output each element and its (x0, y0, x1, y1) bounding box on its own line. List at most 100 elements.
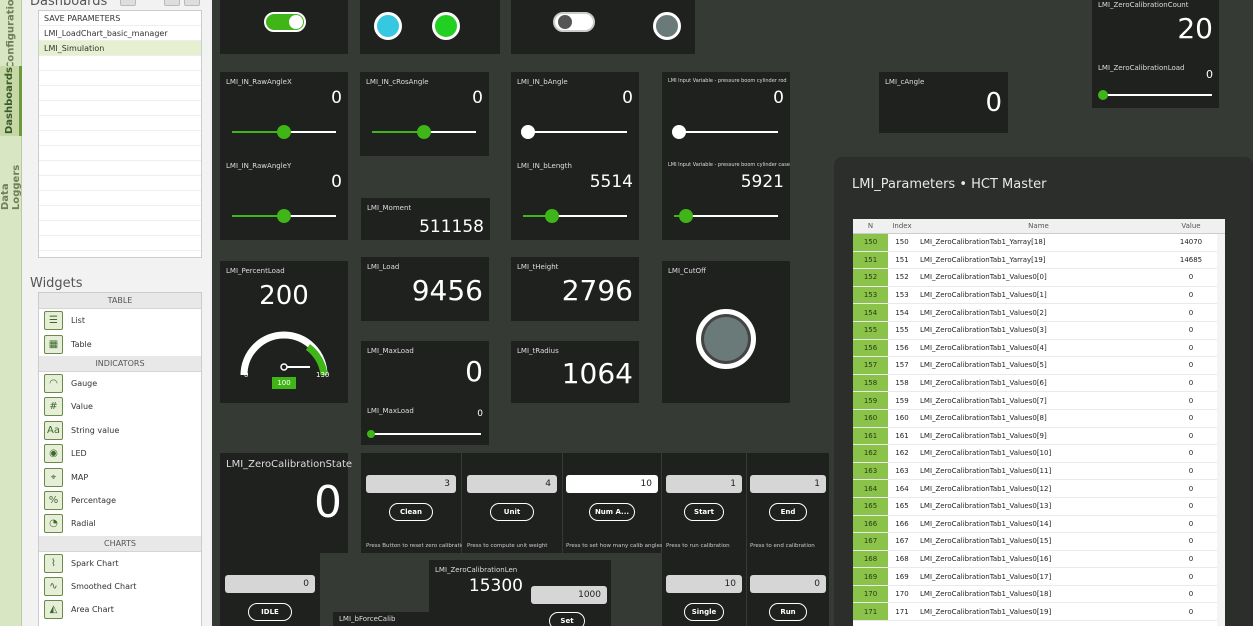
b-length-slider[interactable] (523, 209, 627, 223)
idle-widget: 0 IDLE (220, 553, 320, 626)
calibration-len-input[interactable]: 1000 (531, 586, 607, 604)
table-row[interactable]: 169 169 LMI_ZeroCalibrationTab1_Values0[17… (853, 568, 1225, 586)
num-angles-input[interactable]: 10 (566, 475, 658, 493)
led-widget-pair (360, 0, 500, 54)
run-widget: 0 Run (747, 553, 829, 626)
widget-led[interactable]: ◉ LED (39, 442, 201, 465)
table-cell: 162 (895, 449, 909, 458)
table-row[interactable]: 156 156 LMI_ZeroCalibrationTab1_Values0[4]… (853, 339, 1225, 358)
table-cell: LMI_ZeroCalibrationTab1_Values0[11] (920, 467, 1052, 476)
clean-input[interactable]: 3 (366, 475, 456, 493)
clean-button[interactable]: Clean (389, 503, 433, 521)
widget-area-chart[interactable]: ◭ Area Chart (39, 598, 201, 621)
table-cell: 164 (895, 484, 909, 493)
column-header[interactable]: Value (1157, 219, 1225, 233)
unit-input[interactable]: 4 (467, 475, 557, 493)
table-row[interactable]: 170 170 LMI_ZeroCalibrationTab1_Values0[18… (853, 585, 1225, 604)
widget-percentage[interactable]: % Percentage (39, 489, 201, 512)
start-input[interactable]: 1 (666, 475, 742, 493)
tab-configuration[interactable]: Configuration (0, 0, 22, 69)
table-cell: 0 (1188, 484, 1194, 493)
widget-string-value[interactable]: Aa String value (39, 419, 201, 442)
pressure-rod-slider[interactable] (672, 125, 778, 139)
num-angles-button[interactable]: Num A... (589, 503, 635, 521)
widget-list[interactable]: ☰ List (39, 309, 201, 332)
column-header[interactable]: Name (916, 219, 1157, 233)
table-row[interactable]: 153 153 LMI_ZeroCalibrationTab1_Values0[1]… (853, 286, 1225, 305)
add-dashboard-icon[interactable] (120, 0, 136, 6)
table-row[interactable]: 157 157 LMI_ZeroCalibrationTab1_Values0[5]… (853, 357, 1225, 375)
end-input[interactable]: 1 (750, 475, 826, 493)
table-scrollbar[interactable] (1217, 234, 1225, 626)
widget-radial[interactable]: ◔ Radial (39, 512, 201, 535)
dashboard-item-save-parameters[interactable]: SAVE PARAMETERS (39, 11, 201, 26)
table-icon: ▦ (44, 334, 63, 354)
idle-input[interactable]: 0 (225, 575, 315, 593)
single-input[interactable]: 10 (666, 575, 742, 593)
table-row[interactable]: 152 152 LMI_ZeroCalibrationTab1_Values0[0]… (853, 269, 1225, 287)
table-row[interactable]: 167 167 LMI_ZeroCalibrationTab1_Values0[15… (853, 533, 1225, 551)
widget-spark-chart[interactable]: ⌇ Spark Chart (39, 552, 201, 575)
column-header[interactable]: Index (888, 219, 916, 233)
dashboard-list: SAVE PARAMETERS LMI_LoadChart_basic_mana… (38, 10, 202, 258)
table-row[interactable]: 171 171 LMI_ZeroCalibrationTab1_Values0[19… (853, 603, 1225, 622)
widget-label: LMI_tHeight (517, 263, 559, 271)
table-cell: 0 (1188, 273, 1194, 282)
start-hint: Press to run calibration (666, 543, 730, 549)
led-cyan (374, 12, 402, 40)
table-row[interactable]: 165 165 LMI_ZeroCalibrationTab1_Values0[13… (853, 497, 1225, 516)
zero-load-slider[interactable] (1098, 90, 1212, 100)
table-row[interactable]: 161 161 LMI_ZeroCalibrationTab1_Values0[9]… (853, 427, 1225, 446)
max-load-slider[interactable] (367, 430, 481, 438)
table-row[interactable]: 158 158 LMI_ZeroCalibrationTab1_Values0[6]… (853, 374, 1225, 393)
table-row[interactable]: 168 168 LMI_ZeroCalibrationTab1_Values0[16… (853, 550, 1225, 569)
widget-value[interactable]: # Value (39, 395, 201, 418)
table-row[interactable]: 162 162 LMI_ZeroCalibrationTab1_Values0[10… (853, 445, 1225, 463)
table-row[interactable]: 163 163 LMI_ZeroCalibrationTab1_Values0[11… (853, 462, 1225, 481)
table-row[interactable]: 160 160 LMI_ZeroCalibrationTab1_Values0[8]… (853, 409, 1225, 428)
end-button[interactable]: End (769, 503, 807, 521)
widget-map[interactable]: ⌖ MAP (39, 465, 201, 488)
unit-hint: Press to compute unit weight (467, 543, 548, 549)
dashboard-item-simulation[interactable]: LMI_Simulation (39, 41, 201, 56)
table-cell: 163 (853, 462, 888, 480)
delete-dashboard-icon[interactable] (184, 0, 200, 6)
dashboard-item-loadchart[interactable]: LMI_LoadChart_basic_manager (39, 26, 201, 41)
tab-dashboards[interactable]: Dashboards (0, 66, 22, 136)
widget-label: LMI_ZeroCalibrationState (226, 459, 353, 470)
tab-data-loggers[interactable]: Data Loggers (0, 140, 22, 210)
cutoff-led (696, 309, 756, 369)
table-row[interactable]: 166 166 LMI_ZeroCalibrationTab1_Values0[14… (853, 515, 1225, 534)
table-row[interactable]: 154 154 LMI_ZeroCalibrationTab1_Values0[2]… (853, 304, 1225, 322)
widget-value: 20 (1177, 12, 1213, 45)
table-row[interactable]: 164 164 LMI_ZeroCalibrationTab1_Values0[12… (853, 480, 1225, 498)
dashboard-empty-row (39, 206, 201, 221)
run-input[interactable]: 0 (750, 575, 826, 593)
b-angle-slider[interactable] (521, 125, 627, 139)
toggle-switch-on[interactable] (264, 12, 306, 32)
table-row[interactable]: 151 151 LMI_ZeroCalibrationTab1_Yarray[19]… (853, 251, 1225, 270)
parameters-panel: LMI_Parameters • HCT Master N Index Name… (834, 157, 1253, 626)
unit-button[interactable]: Unit (490, 503, 534, 521)
table-cell: 152 (895, 273, 909, 282)
table-row[interactable]: 150 150 LMI_ZeroCalibrationTab1_Yarray[18]… (853, 234, 1225, 252)
table-row[interactable]: 155 155 LMI_ZeroCalibrationTab1_Values0[3]… (853, 321, 1225, 340)
num-angles-widget: 10 Num A... Press to set how many calib … (563, 453, 663, 553)
widget-smoothed-chart[interactable]: ∿ Smoothed Chart (39, 575, 201, 598)
cros-angle-slider[interactable] (372, 125, 476, 139)
idle-button[interactable]: IDLE (248, 603, 292, 621)
table-row[interactable]: 159 159 LMI_ZeroCalibrationTab1_Values0[7]… (853, 392, 1225, 410)
set-button[interactable]: Set (549, 612, 585, 626)
single-button[interactable]: Single (684, 603, 724, 621)
pressure-case-slider[interactable] (674, 209, 778, 223)
raw-angle-x-slider[interactable] (232, 125, 336, 139)
widget-value: 2796 (561, 274, 633, 307)
widget-gauge[interactable]: ◠ Gauge (39, 372, 201, 395)
widget-table[interactable]: ▦ Table (39, 332, 201, 355)
column-header[interactable]: N (853, 219, 888, 233)
toggle-switch-off[interactable] (553, 12, 595, 32)
edit-dashboard-icon[interactable] (164, 0, 180, 6)
raw-angle-y-slider[interactable] (232, 209, 336, 223)
start-button[interactable]: Start (684, 503, 724, 521)
run-button[interactable]: Run (769, 603, 807, 621)
